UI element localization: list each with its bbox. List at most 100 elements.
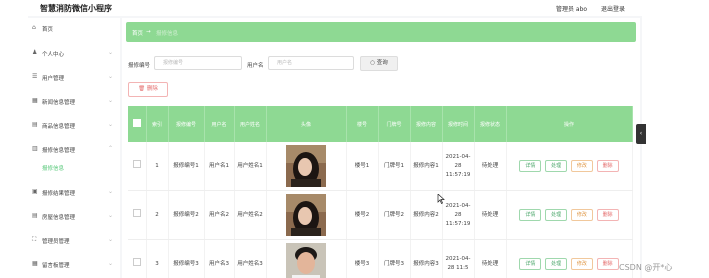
detail-button[interactable]: 详情 (519, 160, 542, 172)
sidebar-item-news[interactable]: ▦ 新闻信息管理 ⌄ (32, 95, 118, 109)
header-cell: 报修内容 (410, 106, 443, 142)
sidebar-item-label: 用户管理 (42, 76, 65, 82)
cell-content: 报修内容1 (410, 142, 443, 191)
cell-index: 3 (146, 239, 169, 278)
chevron-down-icon: ⌄ (108, 121, 114, 128)
row-checkbox[interactable] (132, 258, 141, 266)
detail-button[interactable]: 详情 (519, 209, 542, 221)
row-checkbox[interactable] (132, 209, 141, 217)
edit-button[interactable]: 修改 (570, 209, 593, 221)
cell-building: 楼号1 (346, 142, 379, 191)
chevron-down-icon: ⌄ (108, 212, 114, 219)
sidebar-item-repair-result[interactable]: ▣ 报修结果管理 ⌄ (32, 186, 118, 200)
sidebar-item-label: 商品信息管理 (42, 124, 76, 130)
cell-status: 待处理 (474, 142, 507, 191)
header-cell: 索引 (146, 106, 169, 142)
chart-icon: ▥ (32, 145, 38, 152)
query-button-label: 查询 (376, 60, 388, 66)
current-user: 管理员 abo (556, 6, 588, 13)
sidebar-item-label: 首页 (42, 27, 54, 33)
sidebar-item-profile[interactable]: ♟ 个人中心 ⌄ (32, 47, 118, 61)
sidebar-item-home[interactable]: ⌂ 首页 (32, 22, 118, 36)
watermark: CSDN @开*心 (619, 263, 673, 272)
cell-time: 2021-04-28 11:57:19 (442, 190, 475, 240)
search-username-label: 用户名 (247, 63, 264, 69)
collapse-handle[interactable]: ‹ (636, 124, 646, 144)
cell-building: 楼号2 (346, 190, 379, 240)
cell-username: 用户名2 (204, 190, 235, 240)
cell-avatar (266, 190, 347, 240)
sidebar-item-label: 个人中心 (42, 52, 65, 58)
cell-realname: 用户姓名3 (234, 239, 267, 278)
app-title: 智慧消防微信小程序 (40, 4, 112, 13)
handle-button[interactable]: 处理 (545, 209, 568, 221)
logout-link[interactable]: 退出登录 (601, 4, 625, 13)
batch-delete-button[interactable]: 🗑 删除 (128, 82, 168, 97)
chevron-down-icon: ⌄ (108, 236, 114, 243)
breadcrumb-current: 报修信息 (156, 31, 179, 37)
sidebar-item-label: 报修信息管理 (42, 148, 76, 154)
query-button[interactable]: ○ 查询 (360, 56, 398, 71)
header-cell: 门牌号 (378, 106, 411, 142)
sidebar-item-message[interactable]: ▦ 留言板管理 ⌄ (32, 258, 118, 272)
breadcrumb-home[interactable]: 首页 (132, 29, 143, 37)
cell-actions: 详情 处理 修改 删除 (506, 190, 633, 240)
sidebar-item-goods[interactable]: ▤ 商品信息管理 ⌄ (32, 119, 118, 133)
sidebar-item-label: 报修结果管理 (42, 191, 76, 197)
cell-avatar (266, 239, 347, 278)
search-username-input[interactable]: 用户名 (268, 56, 354, 70)
avatar (286, 194, 326, 236)
handle-button[interactable]: 处理 (545, 160, 568, 172)
cell-status: 待处理 (474, 239, 507, 278)
handle-button[interactable]: 处理 (545, 258, 568, 270)
users-icon: ☰ (32, 73, 38, 80)
search-code-input[interactable]: 报修编号 (154, 56, 242, 70)
detail-button[interactable]: 详情 (519, 258, 542, 270)
house-icon: ▤ (32, 212, 38, 219)
breadcrumb: 首页 → 报修信息 (126, 22, 636, 42)
table-row: 3 报修编号3 用户名3 用户姓名3 楼号3 门牌号3 报修内容3 2021-0… (128, 239, 633, 278)
sidebar-item-house[interactable]: ▤ 房屋信息管理 ⌄ (32, 210, 118, 224)
header-select[interactable] (128, 106, 147, 142)
chevron-down-icon: ⌄ (108, 188, 114, 195)
delete-button[interactable]: 删除 (596, 258, 619, 270)
user-icon: ♟ (32, 49, 38, 56)
sidebar-item-repair-info[interactable]: ▥ 报修信息管理 ⌃ (32, 143, 118, 157)
sidebar-item-users[interactable]: ☰ 用户管理 ⌄ (32, 71, 118, 85)
cell-time: 2021-04-28 11:5 (442, 239, 475, 278)
cell-username: 用户名1 (204, 142, 235, 191)
admin-icon: ⛶ (32, 236, 37, 243)
cell-content: 报修内容3 (410, 239, 443, 278)
sidebar-item-admin[interactable]: ⛶ 管理员管理 ⌄ (32, 234, 118, 248)
batch-delete-label: 删除 (146, 86, 158, 92)
cell-index: 2 (146, 190, 169, 240)
news-icon: ▦ (32, 97, 38, 104)
cell-code: 报修编号1 (168, 142, 205, 191)
cell-door: 门牌号1 (378, 142, 411, 191)
result-icon: ▣ (32, 188, 38, 195)
mouse-cursor-icon (437, 194, 445, 204)
edit-button[interactable]: 修改 (570, 258, 593, 270)
cell-code: 报修编号2 (168, 190, 205, 240)
cell-building: 楼号3 (346, 239, 379, 278)
cell-time: 2021-04-28 11:57:19 (442, 142, 475, 191)
main-content: 首页 → 报修信息 报修编号 报修编号 用户名 用户名 ○ 查询 🗑 删除 索引… (122, 18, 640, 278)
select-all-checkbox[interactable] (132, 119, 141, 127)
delete-button[interactable]: 删除 (596, 209, 619, 221)
search-code-label: 报修编号 (128, 63, 151, 69)
header-cell: 用户名 (204, 106, 235, 142)
trash-icon: 🗑 (138, 86, 146, 92)
home-icon: ⌂ (32, 24, 36, 31)
delete-button[interactable]: 删除 (596, 160, 619, 172)
edit-button[interactable]: 修改 (570, 160, 593, 172)
cell-status: 待处理 (474, 190, 507, 240)
table-row: 1 报修编号1 用户名1 用户姓名1 楼号1 门牌号1 报修内容1 2021-0… (128, 142, 633, 191)
sidebar-subitem-repair[interactable]: 报修信息 (42, 164, 64, 172)
message-icon: ▦ (32, 260, 38, 267)
breadcrumb-separator: → (146, 29, 151, 35)
chevron-down-icon: ⌄ (108, 73, 114, 80)
row-checkbox[interactable] (132, 160, 141, 168)
chevron-left-icon: ‹ (639, 130, 643, 137)
chevron-down-icon: ⌄ (108, 260, 114, 267)
search-icon: ○ (370, 60, 376, 66)
